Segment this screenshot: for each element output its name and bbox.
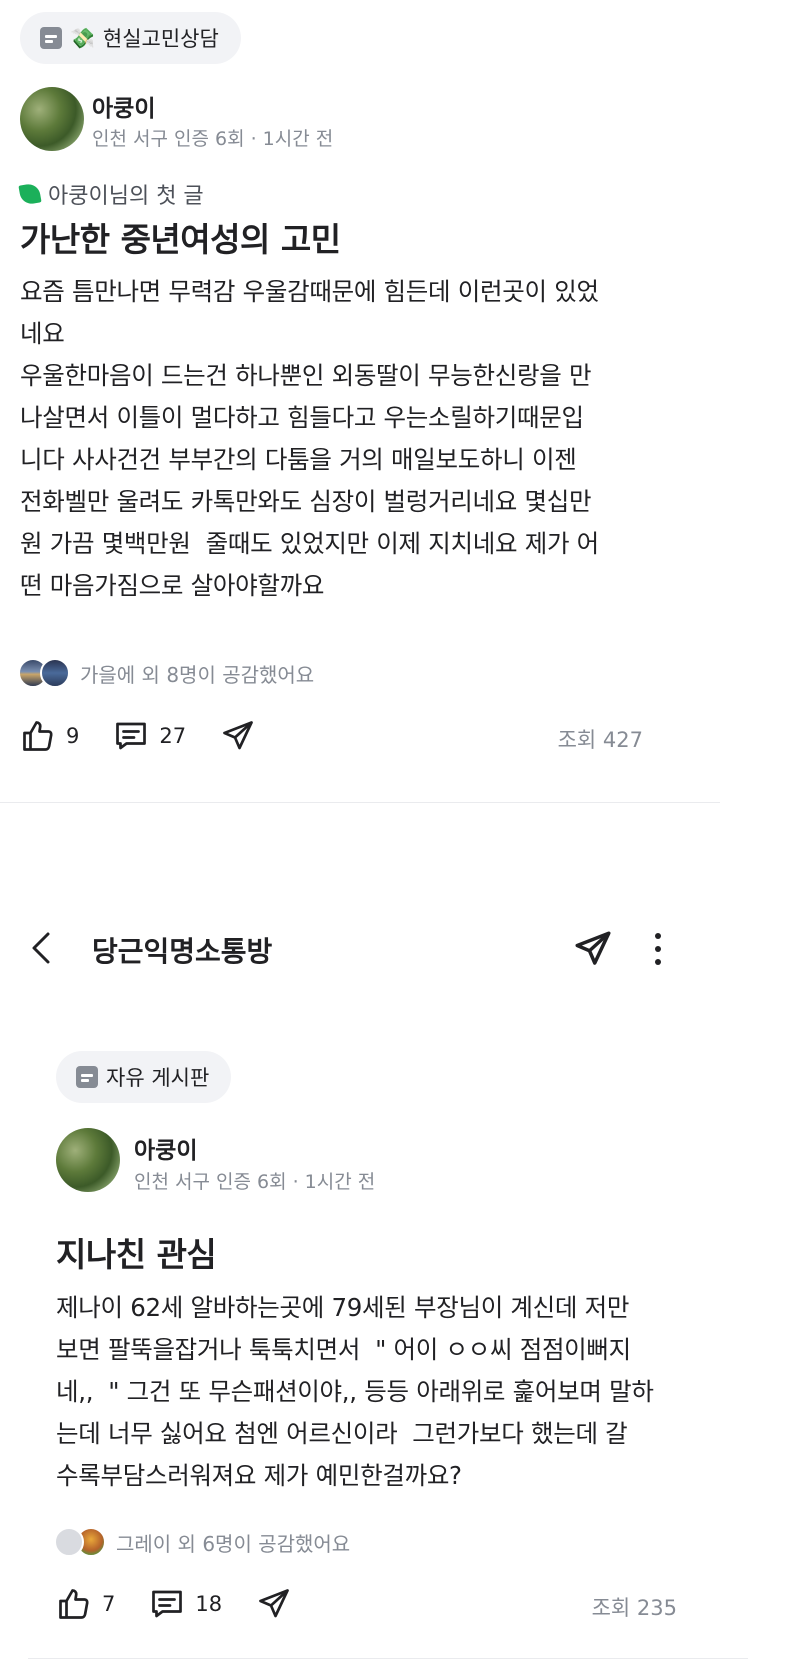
thumbs-up-icon: [59, 1589, 89, 1619]
view-count: 조회 427: [557, 728, 643, 752]
body-line: 네,, " 그건 또 무슨패션이야,, 등등 아래위로 훑어보며 말하: [56, 1377, 654, 1406]
empathy-summary[interactable]: 그레이 외 6명이 공감했어요: [54, 1527, 350, 1557]
like-button[interactable]: 9: [20, 718, 79, 754]
category-label: 자유 게시판: [106, 1066, 210, 1090]
share-icon[interactable]: [572, 928, 614, 970]
body-line: 수록부담스러워져요 제가 예민한걸까요?: [56, 1461, 462, 1490]
author-meta: 인천 서구 인증 6회 · 1시간 전: [134, 1171, 376, 1193]
body-line: 원 가끔 몇백만원 줄때도 있었지만 이제 지치네요 제가 어: [20, 529, 599, 558]
action-bar: 9 27: [20, 718, 290, 754]
divider: [28, 1658, 748, 1659]
empathy-text: 가을에 외 8명이 공감했어요: [80, 662, 315, 687]
empathy-text: 그레이 외 6명이 공감했어요: [116, 1531, 351, 1556]
leaf-icon: [18, 182, 42, 206]
empathy-summary[interactable]: 가을에 외 8명이 공감했어요: [18, 658, 314, 688]
comment-count: 27: [159, 724, 187, 748]
comment-count: 18: [195, 1592, 223, 1616]
top-bar: 당근익명소통방: [0, 920, 793, 980]
page-title: 당근익명소통방: [92, 935, 273, 968]
share-button[interactable]: [256, 1586, 292, 1622]
like-count: 7: [102, 1592, 116, 1616]
category-chip[interactable]: 자유 게시판: [56, 1051, 232, 1103]
body-line: 제나이 62세 알바하는곳에 79세된 부장님이 계신데 저만: [56, 1293, 630, 1322]
view-count: 조회 235: [591, 1596, 677, 1620]
avatar[interactable]: [20, 87, 84, 151]
post-body: 요즘 틈만나면 무력감 우울감때문에 힘든데 이런곳이 있었 네요 우울한마음이…: [20, 271, 680, 607]
thumbs-up-icon: [23, 721, 53, 751]
first-post-badge: 아쿵이님의 첫 글: [18, 178, 204, 210]
body-line: 니다 사사건건 부부간의 다툼을 거의 매일보도하니 이젠: [20, 445, 577, 474]
divider: [0, 802, 720, 803]
body-line: 네요: [20, 319, 65, 348]
body-line: 요즘 틈만나면 무력감 우울감때문에 힘든데 이런곳이 있었: [20, 277, 599, 306]
category-label: 현실고민상담: [102, 27, 219, 51]
category-chip[interactable]: 💸 현실고민상담: [20, 12, 241, 64]
comment-button[interactable]: 18: [149, 1586, 222, 1622]
author-name[interactable]: 아쿵이: [92, 89, 155, 123]
comment-icon: [152, 1590, 183, 1618]
share-icon: [223, 721, 253, 750]
money-emoji-icon: 💸: [70, 26, 95, 50]
document-icon: [76, 1066, 98, 1088]
first-post-badge-text: 아쿵이님의 첫 글: [48, 184, 204, 209]
post-title: 지나친 관심: [56, 1235, 217, 1274]
avatar: [40, 658, 70, 688]
body-line: 보면 팔뚝을잡거나 툭툭치면서 " 어이 ㅇㅇ씨 점점이뻐지: [56, 1335, 631, 1364]
author-name[interactable]: 아쿵이: [134, 1131, 197, 1165]
avatar[interactable]: [56, 1128, 120, 1192]
comment-icon: [116, 722, 147, 750]
body-line: 전화벨만 울려도 카톡만와도 심장이 벌렁거리네요 몇십만: [20, 487, 592, 516]
avatar: [54, 1527, 84, 1557]
post-title: 가난한 중년여성의 고민: [20, 220, 341, 259]
like-button[interactable]: 7: [56, 1586, 115, 1622]
action-bar: 7 18: [56, 1586, 326, 1622]
share-icon: [259, 1589, 289, 1618]
document-icon: [40, 27, 62, 49]
comment-button[interactable]: 27: [113, 718, 186, 754]
body-line: 우울한마음이 드는건 하나뿐인 외동딸이 무능한신랑을 만: [20, 361, 592, 390]
more-vertical-icon[interactable]: [648, 928, 668, 970]
like-count: 9: [66, 724, 80, 748]
body-line: 는데 너무 싫어요 첨엔 어르신이라 그런가보다 했는데 갈: [56, 1419, 628, 1448]
post-body: 제나이 62세 알바하는곳에 79세된 부장님이 계신데 저만 보면 팔뚝을잡거…: [56, 1287, 746, 1497]
author-meta: 인천 서구 인증 6회 · 1시간 전: [92, 128, 334, 150]
body-line: 나살면서 이틀이 멀다하고 힘들다고 우는소릴하기때문입: [20, 403, 584, 432]
back-arrow-icon[interactable]: [26, 928, 56, 968]
share-button[interactable]: [220, 718, 256, 754]
body-line: 떤 마음가짐으로 살아야할까요: [20, 571, 325, 600]
